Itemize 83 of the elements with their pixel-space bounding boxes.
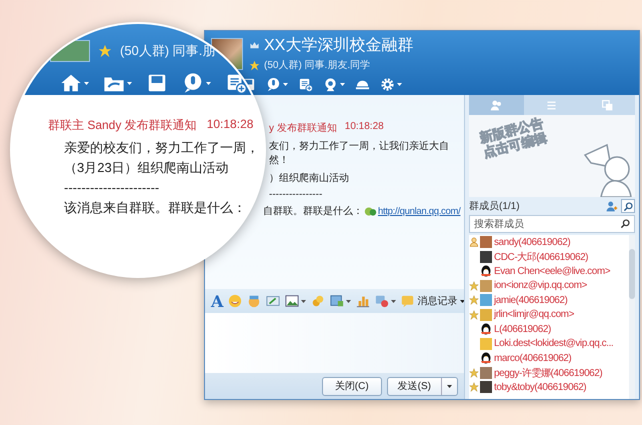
member-name: toby&toby(406619062)	[494, 382, 586, 393]
send-label[interactable]: 发送(S)	[388, 378, 441, 394]
member-item[interactable]: toby&toby(406619062)	[469, 380, 629, 394]
member-item[interactable]: ion<ionz@vip.qq.com>	[469, 278, 629, 293]
message-line: 友们，努力工作了一周，让我们亲近大自然！	[269, 140, 450, 167]
search-icon	[622, 200, 634, 212]
search-button[interactable]	[621, 199, 635, 213]
window-title: XX大学深圳校金融群	[264, 36, 414, 56]
message-line: ----------------------	[63, 179, 160, 197]
mic-icon[interactable]	[266, 77, 281, 92]
member-item[interactable]: peggy-许雯娜(406619062)	[469, 366, 629, 380]
search-icon	[620, 218, 631, 229]
group-info: (50人群) 同事.朋友.同学	[264, 58, 370, 72]
scrollbar[interactable]	[629, 235, 635, 399]
close-button[interactable]: 关闭(C)	[322, 376, 382, 396]
mic-icon[interactable]	[182, 72, 204, 94]
member-name: peggy-许雯娜(406619062)	[494, 366, 602, 380]
caret-icon[interactable]	[447, 384, 452, 388]
star-icon	[469, 368, 479, 378]
sender-line: y 发布群联通知	[269, 122, 337, 135]
star-icon	[469, 310, 479, 320]
person-icon	[469, 237, 479, 248]
announcement-panel[interactable]: 新版群公告 点击可编辑	[469, 115, 635, 197]
member-search-field[interactable]: 搜索群成员	[469, 215, 635, 233]
star-icon	[469, 382, 479, 392]
message-time: 10:18:28	[206, 117, 254, 133]
caret-icon[interactable]	[301, 300, 306, 302]
send-button[interactable]: 发送(S)	[386, 376, 458, 396]
member-name: marco(406619062)	[494, 352, 572, 364]
message-line: ）组织爬南山活动	[269, 172, 350, 185]
webcam-icon[interactable]	[323, 77, 338, 92]
note-icon[interactable]	[298, 77, 313, 92]
member-name: Loki.dest<lokidest@vip.qq.c...	[494, 338, 614, 350]
message-line: （3月23日）组织爬南山活动	[63, 159, 230, 177]
star-icon	[469, 295, 479, 306]
link[interactable]: http://qunlan.qq.com/	[378, 206, 460, 216]
member-item[interactable]: Loki.dest<lokidest@vip.qq.c...	[469, 336, 629, 351]
message-line: 自群联。群联是什么：	[263, 205, 363, 218]
star-icon	[98, 44, 112, 58]
member-item[interactable]: jamie(406619062)	[469, 293, 629, 308]
screenshot-icon[interactable]	[266, 294, 280, 308]
chat-bubble-icon	[401, 294, 414, 308]
member-item[interactable]: Evan Chen<eele@live.com>	[469, 264, 629, 278]
image-icon[interactable]	[285, 294, 300, 308]
member-item[interactable]: marco(406619062)	[469, 351, 629, 366]
sender-line: 群联主 Sandy 发布群联通知	[48, 117, 197, 134]
caret-icon[interactable]	[391, 300, 396, 302]
member-item[interactable]: L(406619062)	[469, 322, 629, 336]
caret-icon[interactable]	[460, 300, 466, 302]
message-line: 亲爱的校友们，努力工作了一周，	[63, 139, 260, 157]
message-input[interactable]	[205, 313, 464, 373]
member-name: ion<ionz@vip.qq.com>	[494, 280, 587, 292]
home-icon[interactable]	[60, 72, 82, 94]
add-person-icon[interactable]	[605, 200, 618, 212]
copy-icon	[600, 98, 614, 112]
members-title: 群成员(1/1)	[469, 200, 521, 213]
member-name: jamie(406619062)	[494, 294, 568, 306]
member-name: jrlin<limjr@qq.com>	[494, 309, 574, 320]
translate-icon[interactable]	[375, 294, 390, 308]
message-line: 该消息来自群联。群联是什么：	[63, 199, 247, 217]
picture-icon[interactable]	[330, 294, 344, 308]
member-name: L(406619062)	[494, 324, 551, 335]
avatar-photo	[50, 40, 90, 62]
member-name: CDC-大邱(406619062)	[494, 250, 588, 264]
chart-icon[interactable]	[356, 294, 370, 308]
member-item[interactable]: jrlin<limjr@qq.com>	[469, 308, 629, 322]
message-line: ----------------	[269, 189, 324, 200]
history-button[interactable]: 消息记录	[401, 294, 466, 308]
star-icon	[469, 280, 479, 291]
member-item[interactable]: sandy(406619062)	[469, 235, 629, 250]
caret-icon[interactable]	[346, 300, 352, 302]
member-item[interactable]: CDC-大邱(406619062)	[469, 250, 629, 264]
crown-icon	[249, 40, 260, 51]
font-button[interactable]: A	[211, 292, 224, 310]
list-icon	[545, 98, 558, 112]
smiley-icon[interactable]	[228, 294, 242, 308]
gear-icon[interactable]	[380, 77, 395, 92]
members-icon	[490, 98, 504, 112]
message-time: 10:18:28	[344, 121, 384, 134]
member-name: sandy(406619062)	[494, 236, 570, 248]
member-name: Evan Chen<eele@live.com>	[494, 266, 610, 277]
star-icon	[249, 60, 260, 70]
note-icon[interactable]	[225, 72, 247, 94]
